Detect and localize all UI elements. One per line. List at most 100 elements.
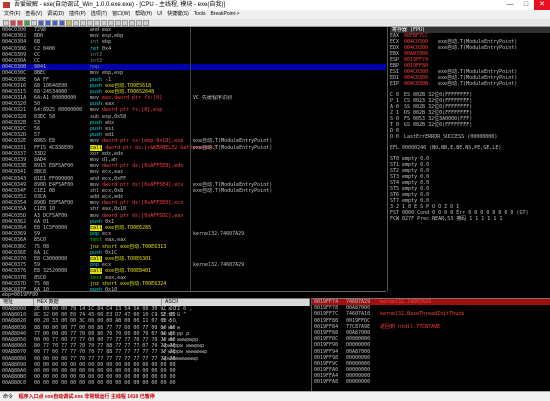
handles-icon[interactable]	[115, 20, 121, 26]
trace-over-icon[interactable]	[59, 20, 65, 26]
execute-till-return-icon[interactable]	[66, 20, 72, 26]
disasm-operand: esp,0x58	[102, 113, 127, 120]
close-process-icon[interactable]	[17, 20, 23, 26]
menu-item[interactable]: 文件(F)	[4, 10, 20, 19]
register-comment: exe自动.T(ModuleEntryPoint)	[438, 81, 518, 87]
menu-item[interactable]: 查看(V)	[25, 10, 42, 19]
command-label[interactable]: 命令	[3, 394, 13, 400]
disasm-mnemonic: pop	[90, 262, 100, 269]
disasm-operand: dword ptr ds:[0xAFF5E4],ecx	[102, 181, 184, 188]
status-text: 程序入口点 exe自动调试.exe 非常规运行 主线程 1416 已暂停	[18, 394, 155, 400]
cpu-icon[interactable]	[122, 20, 128, 26]
disasm-operand: dword ptr ss:[ebp-0x18],esp	[102, 138, 184, 145]
disasm-operand: exe自动.TO0E6301	[105, 255, 152, 262]
modules-icon[interactable]	[87, 20, 93, 26]
dump-column-header[interactable]: 地址	[0, 299, 34, 306]
disasm-operand: dword ptr ds:[0xAFF5E0],ecx	[102, 200, 184, 207]
disasm-mnemonic: jnz	[90, 280, 100, 287]
disasm-operand: exe自动.TO0E5618	[105, 82, 152, 89]
flag-name[interactable]: O 0	[390, 134, 404, 140]
dump-ascii: wpwwwwwwwwwp	[162, 355, 199, 362]
threads-icon[interactable]	[101, 20, 107, 26]
disasm-operand: 0x1C	[105, 249, 118, 256]
title-bar: 吾爱破解 - exe(自动调试_Win_1.0.0.exe.exe) - [CP…	[0, 0, 550, 10]
dump-header: 地址 HEX 数据 ASCII	[0, 299, 310, 306]
disasm-mnemonic: mov	[90, 95, 100, 102]
disasm-mnemonic: add	[90, 194, 100, 201]
menu-item[interactable]: 窗口(W)	[112, 10, 130, 19]
disassembly-pane[interactable]: 004C0300 7298 and eax 004C0302 8D0 mov esp,eb…	[0, 27, 386, 291]
disasm-operand: short exe自动.T00E6324	[102, 280, 167, 287]
menu-item[interactable]: BreakPoint->	[210, 10, 239, 19]
menu-item[interactable]: 调试(D)	[47, 10, 64, 19]
restart-icon[interactable]	[10, 20, 16, 26]
disasm-mnemonic: push	[90, 88, 103, 95]
disasm-operand: ecx,0x8	[102, 187, 124, 194]
open-icon[interactable]	[3, 20, 9, 26]
disasm-mnemonic: push	[90, 249, 103, 256]
disasm-operand: exe自动.TO0E6285	[105, 225, 152, 231]
disasm-operand: eax,eax	[105, 237, 127, 244]
dump-column-header[interactable]: ASCII	[162, 299, 310, 306]
step-into-icon[interactable]	[38, 20, 44, 26]
disasm-operand: 0x4	[102, 45, 112, 52]
trace-into-icon[interactable]	[52, 20, 58, 26]
disasm-mnemonic: jnz	[90, 243, 100, 250]
run-icon[interactable]	[24, 20, 30, 26]
fcw-row[interactable]: FCW 027F Prec NEAR,53 掩码 1 1 1 1 1 1	[390, 216, 550, 222]
disasm-mnemonic: int	[90, 39, 100, 46]
registers-pane[interactable]: 寄存器 (FPU) EAX 00FBF7CC ECX 004C0300 exe自动.T(M…	[387, 27, 550, 291]
dump-row[interactable]: 00A880C0 00 00 00 00 00 00 00 00 00 00 00…	[0, 380, 310, 386]
menu-item[interactable]: 帮助(H)	[135, 10, 152, 19]
disasm-mnemonic: push	[90, 82, 103, 89]
menu-item[interactable]: 插件(P)	[69, 10, 86, 19]
close-button[interactable]: ✕	[534, 0, 550, 10]
register-value[interactable]: 004C030B	[404, 81, 438, 87]
windows-icon[interactable]	[108, 20, 114, 26]
disasm-operand: dword ptr ds:[0xAFF5E8],edx	[102, 163, 184, 170]
pause-icon[interactable]	[31, 20, 37, 26]
maximize-button[interactable]: □	[518, 0, 534, 10]
memory-dump-pane[interactable]: 地址 HEX 数据 ASCII 00A88000 2E 00 00 00 78 14 …	[0, 298, 310, 391]
disasm-operand: ecx,eax	[102, 169, 124, 176]
menu-bar: 文件(F) 查看(V) 调试(D) 插件(P) 选项(T) 窗口(W) 帮助(H) UI 快捷键…	[0, 10, 550, 19]
stack-pane[interactable]: 0019FF74 74607A29 kernel32.74607A29 0019FF7…	[311, 298, 550, 391]
disasm-operand: esi	[105, 126, 115, 132]
disasm-mnemonic: call	[90, 268, 103, 275]
disasm-mnemonic: and	[90, 175, 100, 182]
disasm-mnemonic: mov	[90, 107, 100, 114]
dump-address: 00A880C0	[2, 380, 27, 387]
disasm-mnemonic: mov	[90, 200, 100, 207]
register-comment: exe自动.T(ModuleEntryPoint)	[438, 45, 518, 51]
disasm-mnemonic: mov	[90, 212, 100, 219]
log-icon[interactable]	[80, 20, 86, 26]
menu-item[interactable]: 快捷键(S)	[167, 10, 189, 19]
status-bar: 命令 程序入口点 exe自动调试.exe 非常规运行 主线程 1416 已暂停	[0, 391, 550, 401]
breakpoints-icon[interactable]	[143, 20, 149, 26]
stack-comment: 返回到 ntdll.77C87A9E	[380, 323, 441, 330]
disasm-operand: dword ptr ds:[0xAFF5DC],eax	[102, 212, 184, 219]
menu-item[interactable]: UI	[157, 10, 162, 19]
stack-comment: kernel32.74607A29	[380, 299, 432, 305]
disasm-mnemonic: xor	[90, 150, 100, 157]
disasm-mnemonic: ret	[90, 45, 100, 52]
segment-comment: 0(FFFFFFFF)	[439, 122, 473, 128]
step-over-icon[interactable]	[45, 20, 51, 26]
disasm-mnemonic: nop	[90, 64, 100, 71]
dump-column-header[interactable]: HEX 数据	[34, 299, 162, 306]
stack-row[interactable]: 0019FFA8 00000000	[312, 379, 550, 385]
disasm-mnemonic: mov	[90, 138, 100, 145]
minimize-button[interactable]: —	[502, 0, 518, 10]
menu-item[interactable]: 选项(T)	[91, 10, 107, 19]
patches-icon[interactable]	[129, 20, 135, 26]
disasm-operand: ebp,esp	[102, 70, 124, 77]
stack-address: 0019FFA8	[314, 379, 339, 386]
callstack-icon[interactable]	[136, 20, 142, 26]
stack-comment: kernel32.BaseThreadInitThunk	[380, 311, 465, 318]
menu-item[interactable]: Tools	[194, 10, 206, 19]
disasm-operand: edx,edx	[102, 150, 124, 157]
disasm-mnemonic: test	[90, 237, 103, 244]
memory-icon[interactable]	[94, 20, 100, 26]
disasm-mnemonic: push	[90, 218, 103, 225]
goto-icon[interactable]	[73, 20, 79, 26]
